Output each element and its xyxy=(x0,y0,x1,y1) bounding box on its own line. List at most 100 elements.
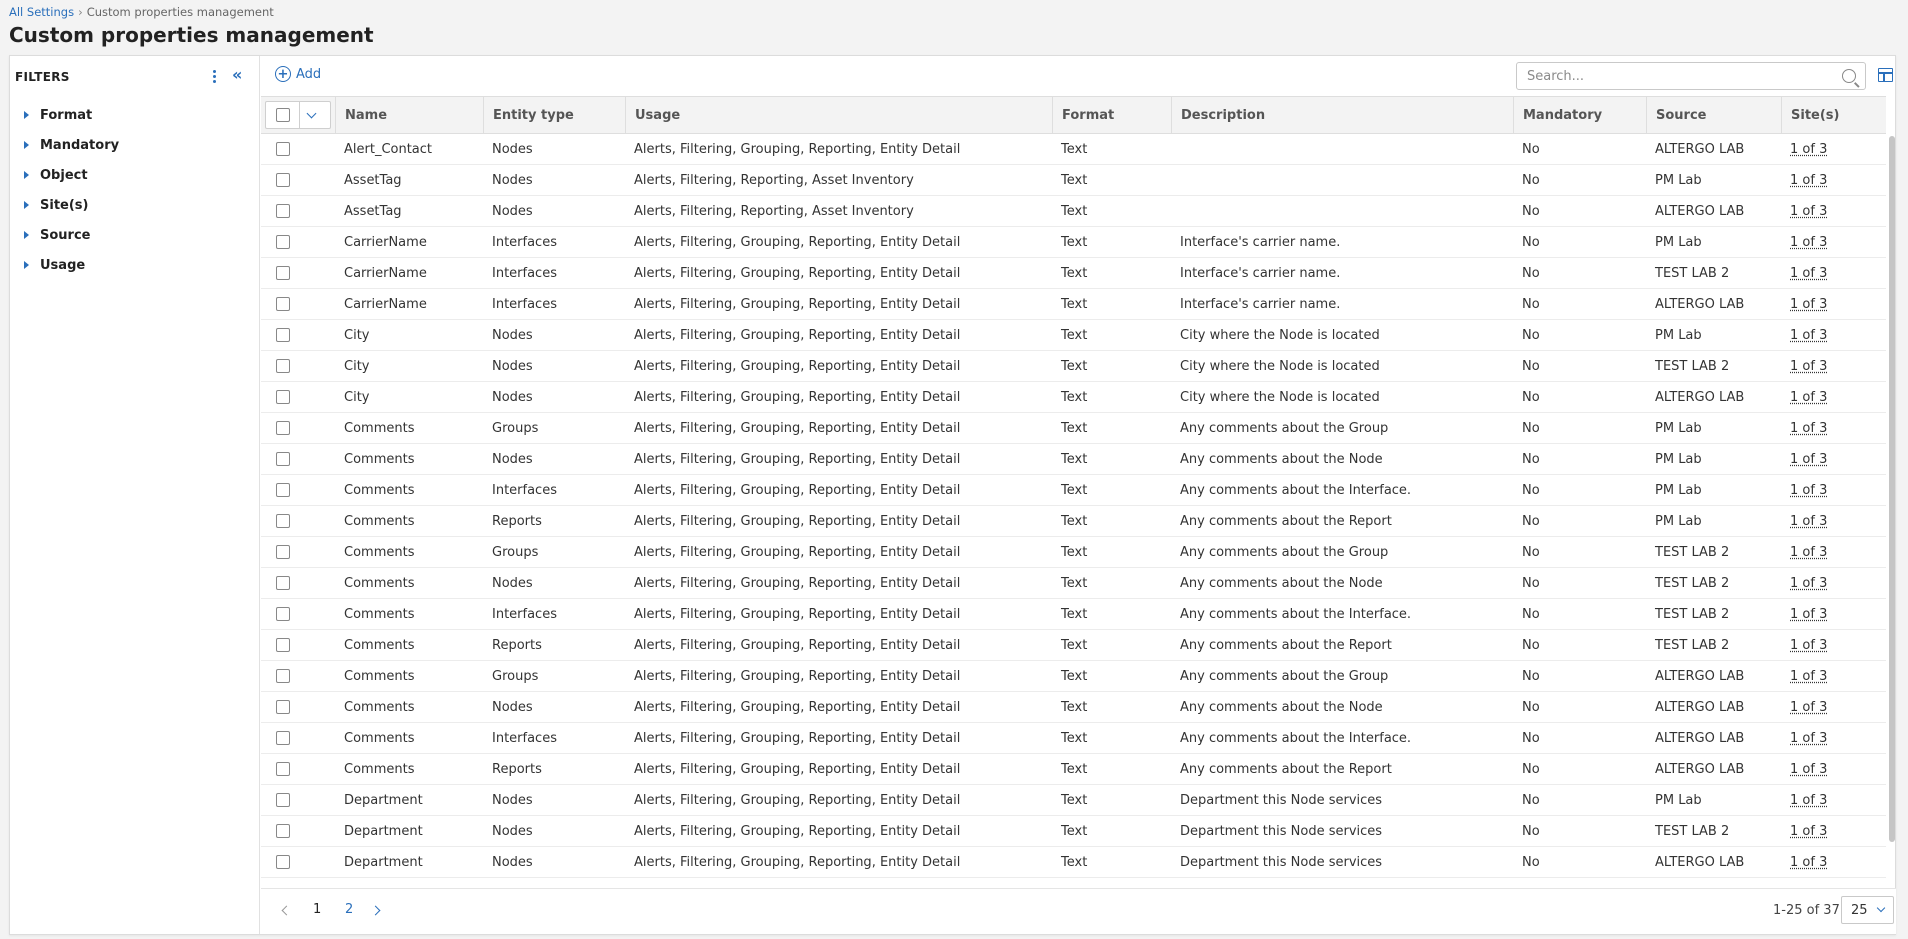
table-row[interactable]: Comments Reports Alerts, Filtering, Groupi… xyxy=(261,754,1886,785)
row-checkbox[interactable] xyxy=(276,855,290,869)
sites-link[interactable]: 1 of 3 xyxy=(1790,669,1827,684)
sites-link[interactable]: 1 of 3 xyxy=(1790,824,1827,839)
sites-link[interactable]: 1 of 3 xyxy=(1790,297,1827,312)
row-checkbox[interactable] xyxy=(276,700,290,714)
search-input[interactable] xyxy=(1517,63,1827,89)
sites-link[interactable]: 1 of 3 xyxy=(1790,576,1827,591)
sites-link[interactable]: 1 of 3 xyxy=(1790,514,1827,529)
sites-link[interactable]: 1 of 3 xyxy=(1790,855,1827,870)
per-page-select[interactable]: 25 xyxy=(1841,896,1894,924)
table-row[interactable]: Comments Nodes Alerts, Filtering, Grouping… xyxy=(261,568,1886,599)
column-header-usage[interactable]: Usage xyxy=(625,97,1052,133)
table-row[interactable]: Comments Interfaces Alerts, Filtering, Gro… xyxy=(261,475,1886,506)
page-1-link[interactable]: 1 xyxy=(313,902,321,917)
column-header-sites[interactable]: Site(s) xyxy=(1781,97,1886,133)
filter-item-format[interactable]: Format xyxy=(10,100,259,130)
search-icon[interactable] xyxy=(1842,69,1856,83)
row-checkbox[interactable] xyxy=(276,390,290,404)
chevron-down-icon[interactable] xyxy=(306,108,317,118)
table-row[interactable]: Comments Interfaces Alerts, Filtering, Gro… xyxy=(261,723,1886,754)
column-header-entity-type[interactable]: Entity type xyxy=(483,97,625,133)
scrollbar-thumb[interactable] xyxy=(1889,136,1895,842)
table-row[interactable]: Comments Nodes Alerts, Filtering, Grouping… xyxy=(261,444,1886,475)
row-checkbox[interactable] xyxy=(276,483,290,497)
sites-link[interactable]: 1 of 3 xyxy=(1790,142,1827,157)
sites-link[interactable]: 1 of 3 xyxy=(1790,700,1827,715)
sites-link[interactable]: 1 of 3 xyxy=(1790,607,1827,622)
table-row[interactable]: CarrierName Interfaces Alerts, Filtering, … xyxy=(261,227,1886,258)
sites-link[interactable]: 1 of 3 xyxy=(1790,173,1827,188)
column-header-mandatory[interactable]: Mandatory xyxy=(1513,97,1646,133)
row-checkbox[interactable] xyxy=(276,421,290,435)
sites-link[interactable]: 1 of 3 xyxy=(1790,421,1827,436)
row-checkbox[interactable] xyxy=(276,266,290,280)
table-row[interactable]: Department Nodes Alerts, Filtering, Groupi… xyxy=(261,816,1886,847)
row-checkbox[interactable] xyxy=(276,669,290,683)
row-checkbox[interactable] xyxy=(276,607,290,621)
row-checkbox[interactable] xyxy=(276,514,290,528)
breadcrumb-all-settings-link[interactable]: All Settings xyxy=(9,5,74,19)
sites-link[interactable]: 1 of 3 xyxy=(1790,731,1827,746)
row-checkbox[interactable] xyxy=(276,173,290,187)
sites-link[interactable]: 1 of 3 xyxy=(1790,452,1827,467)
table-row[interactable]: City Nodes Alerts, Filtering, Grouping, Re… xyxy=(261,320,1886,351)
column-header-format[interactable]: Format xyxy=(1052,97,1171,133)
column-header-source[interactable]: Source xyxy=(1646,97,1781,133)
row-checkbox[interactable] xyxy=(276,576,290,590)
filter-item-object[interactable]: Object xyxy=(10,160,259,190)
table-row[interactable]: AssetTag Nodes Alerts, Filtering, Reportin… xyxy=(261,196,1886,227)
kebab-menu-icon[interactable] xyxy=(205,67,223,85)
sites-link[interactable]: 1 of 3 xyxy=(1790,235,1827,250)
table-row[interactable]: City Nodes Alerts, Filtering, Grouping, Re… xyxy=(261,382,1886,413)
table-row[interactable]: CarrierName Interfaces Alerts, Filtering, … xyxy=(261,289,1886,320)
row-checkbox[interactable] xyxy=(276,545,290,559)
row-checkbox[interactable] xyxy=(276,359,290,373)
table-row[interactable]: Comments Reports Alerts, Filtering, Groupi… xyxy=(261,630,1886,661)
sites-link[interactable]: 1 of 3 xyxy=(1790,762,1827,777)
row-checkbox[interactable] xyxy=(276,328,290,342)
table-row[interactable]: Comments Groups Alerts, Filtering, Groupin… xyxy=(261,661,1886,692)
chevron-right-icon[interactable] xyxy=(370,905,381,916)
table-row[interactable]: Comments Interfaces Alerts, Filtering, Gro… xyxy=(261,599,1886,630)
table-row[interactable]: Department Nodes Alerts, Filtering, Groupi… xyxy=(261,785,1886,816)
table-row[interactable]: Department Nodes Alerts, Filtering, Groupi… xyxy=(261,847,1886,878)
row-checkbox[interactable] xyxy=(276,142,290,156)
page-2-link[interactable]: 2 xyxy=(345,902,353,917)
row-checkbox[interactable] xyxy=(276,297,290,311)
filter-item-usage[interactable]: Usage xyxy=(10,250,259,280)
table-row[interactable]: Alert_Contact Nodes Alerts, Filtering, Gro… xyxy=(261,134,1886,165)
column-header-description[interactable]: Description xyxy=(1171,97,1513,133)
column-header-name[interactable]: Name xyxy=(335,97,483,133)
table-row[interactable]: Comments Reports Alerts, Filtering, Groupi… xyxy=(261,506,1886,537)
table-row[interactable]: CarrierName Interfaces Alerts, Filtering, … xyxy=(261,258,1886,289)
filter-item-mandatory[interactable]: Mandatory xyxy=(10,130,259,160)
table-scrollbar[interactable] xyxy=(1888,134,1896,888)
row-checkbox[interactable] xyxy=(276,204,290,218)
select-all-checkbox[interactable] xyxy=(276,108,290,122)
row-checkbox[interactable] xyxy=(276,824,290,838)
table-row[interactable]: Comments Nodes Alerts, Filtering, Grouping… xyxy=(261,692,1886,723)
sites-link[interactable]: 1 of 3 xyxy=(1790,483,1827,498)
table-row[interactable]: Comments Groups Alerts, Filtering, Groupin… xyxy=(261,537,1886,568)
add-button[interactable]: + Add xyxy=(275,66,321,82)
sites-link[interactable]: 1 of 3 xyxy=(1790,390,1827,405)
sites-link[interactable]: 1 of 3 xyxy=(1790,638,1827,653)
sites-link[interactable]: 1 of 3 xyxy=(1790,793,1827,808)
double-chevron-left-icon[interactable]: « xyxy=(232,65,242,84)
table-row[interactable]: Comments Groups Alerts, Filtering, Groupin… xyxy=(261,413,1886,444)
filter-item-source[interactable]: Source xyxy=(10,220,259,250)
row-checkbox[interactable] xyxy=(276,235,290,249)
column-settings-icon[interactable] xyxy=(1878,68,1893,82)
chevron-left-icon[interactable] xyxy=(281,905,292,916)
row-checkbox[interactable] xyxy=(276,731,290,745)
sites-link[interactable]: 1 of 3 xyxy=(1790,328,1827,343)
row-checkbox[interactable] xyxy=(276,762,290,776)
filter-item-site-s[interactable]: Site(s) xyxy=(10,190,259,220)
sites-link[interactable]: 1 of 3 xyxy=(1790,266,1827,281)
sites-link[interactable]: 1 of 3 xyxy=(1790,359,1827,374)
sites-link[interactable]: 1 of 3 xyxy=(1790,545,1827,560)
table-row[interactable]: AssetTag Nodes Alerts, Filtering, Reportin… xyxy=(261,165,1886,196)
row-checkbox[interactable] xyxy=(276,793,290,807)
sites-link[interactable]: 1 of 3 xyxy=(1790,204,1827,219)
table-row[interactable]: City Nodes Alerts, Filtering, Grouping, Re… xyxy=(261,351,1886,382)
